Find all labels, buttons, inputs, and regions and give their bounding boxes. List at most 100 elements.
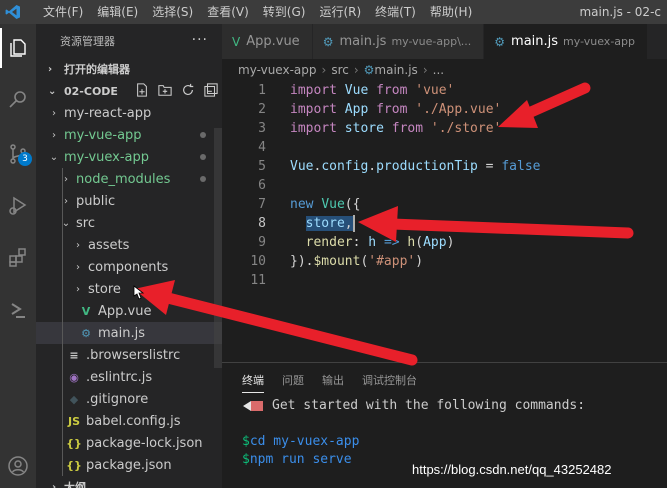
menu-item-5[interactable]: 运行(R) [312, 0, 368, 24]
explorer-title: 资源管理器 [60, 35, 115, 48]
tab-label: main.js [339, 34, 387, 49]
tree-item[interactable]: {} package.json [36, 454, 222, 476]
file-type-icon: ≡ [69, 348, 79, 362]
tree-item[interactable]: ⌄ my-vuex-app [36, 146, 222, 168]
file-type-icon: ⚙ [363, 63, 375, 77]
panel-tab[interactable]: 终端 [242, 372, 264, 393]
terminal-output[interactable]: Get started with the following commands:… [222, 397, 667, 469]
indent-guide [62, 190, 63, 212]
explorer-header: 资源管理器 ··· [36, 24, 222, 58]
indent-guide [62, 344, 63, 366]
editor-tab[interactable]: ⚙ main.js my-vuex-app [484, 24, 648, 59]
tab-description: my-vuex-app [563, 35, 635, 48]
collapse-all-icon[interactable] [204, 83, 218, 97]
sidebar-scrollbar[interactable] [214, 128, 222, 368]
tree-item[interactable]: ◆ .gitignore [36, 388, 222, 410]
code-content: import App from './App.vue' [290, 102, 502, 117]
code-line[interactable]: 2 import App from './App.vue' [222, 100, 667, 119]
account-icon[interactable] [0, 446, 36, 486]
tree-item[interactable]: JS babel.config.js [36, 410, 222, 432]
code-line[interactable]: 7 new Vue({ [222, 195, 667, 214]
tree-item[interactable]: › node_modules [36, 168, 222, 190]
vscode-logo-icon [2, 0, 24, 24]
code-content: import store from './store' [290, 121, 502, 136]
code-content: render: h => h(App) [305, 235, 455, 250]
menu-item-4[interactable]: 转到(G) [256, 0, 313, 24]
tree-item[interactable]: › my-vue-app [36, 124, 222, 146]
breadcrumb-item[interactable]: main.js [374, 63, 417, 77]
tree-item[interactable]: ⌄ src [36, 212, 222, 234]
tree-item[interactable]: › my-react-app [36, 102, 222, 124]
chevron-right-icon: › [48, 63, 53, 75]
file-type-icon: V [81, 304, 91, 318]
line-number: 8 [258, 216, 266, 231]
new-folder-icon[interactable] [158, 83, 172, 97]
breadcrumb-separator-icon: › [353, 63, 359, 77]
file-type-icon: ◉ [69, 370, 79, 384]
tree-item[interactable]: › public [36, 190, 222, 212]
explorer-icon[interactable] [0, 28, 36, 68]
code-line[interactable]: 11 [222, 271, 667, 290]
code-line[interactable]: 3 import store from './store' [222, 119, 667, 138]
menu-bar: 文件(F) 编辑(E) 选择(S) 查看(V) 转到(G) 运行(R) 终端(T) 帮助(H) [36, 0, 479, 24]
tree-item-label: assets [88, 237, 130, 253]
indent-guide [62, 300, 63, 322]
title-bar: 文件(F) 编辑(E) 选择(S) 查看(V) 转到(G) 运行(R) 终端(T) 帮助(H)… [0, 0, 667, 24]
tree-item-label: main.js [98, 325, 145, 341]
tree-item-label: App.vue [98, 303, 152, 319]
editor-tab[interactable]: V App.vue [222, 24, 313, 59]
tree-item[interactable]: › store [36, 278, 222, 300]
line-number: 6 [258, 178, 266, 193]
menu-item-6[interactable]: 终端(T) [368, 0, 423, 24]
panel-tab[interactable]: 输出 [322, 372, 344, 388]
tab-label: main.js [511, 34, 559, 49]
code-editor[interactable]: 1 import Vue from 'vue' 2 import App from '… [222, 81, 667, 290]
menu-item-2[interactable]: 选择(S) [145, 0, 200, 24]
open-editors-section[interactable]: › 打开的编辑器 [36, 58, 222, 80]
code-line[interactable]: 10}).$mount('#app') [222, 252, 667, 271]
tree-item-label: package-lock.json [86, 435, 203, 451]
tree-item[interactable]: V App.vue [36, 300, 222, 322]
code-line[interactable]: 5 Vue.config.productionTip = false [222, 157, 667, 176]
indent-guide [62, 256, 63, 278]
tree-item-label: 大纲 [64, 481, 86, 488]
new-file-icon[interactable] [135, 83, 149, 97]
menu-item-7[interactable]: 帮助(H) [423, 0, 479, 24]
panel-tab[interactable]: 问题 [282, 372, 304, 388]
file-type-icon: ◆ [69, 392, 79, 406]
run-debug-icon[interactable] [0, 186, 36, 226]
breadcrumb-item[interactable]: src [331, 63, 349, 77]
chevron-down-icon: ⌄ [48, 85, 57, 97]
breadcrumb: my-vuex-app › src › ⚙ main.js ›... [222, 59, 667, 81]
more-actions-icon[interactable]: ··· [192, 32, 208, 48]
code-line[interactable]: 1 import Vue from 'vue' [222, 81, 667, 100]
editor-tab[interactable]: ⚙ main.js my-vue-app\... [312, 24, 485, 59]
tree-item[interactable]: ⚙ main.js [36, 322, 222, 344]
breadcrumb-item[interactable]: ... [433, 63, 444, 77]
search-icon[interactable] [0, 80, 36, 120]
tree-item[interactable]: › 大纲 [36, 476, 222, 488]
tree-item[interactable]: › assets [36, 234, 222, 256]
extensions-icon[interactable] [0, 238, 36, 278]
menu-item-1[interactable]: 编辑(E) [90, 0, 145, 24]
breadcrumb-separator-icon: › [321, 63, 327, 77]
panel-tab[interactable]: 调试控制台 [362, 372, 417, 388]
menu-item-0[interactable]: 文件(F) [36, 0, 90, 24]
breadcrumb-item[interactable]: my-vuex-app [238, 63, 317, 77]
code-line[interactable]: 8 store, [222, 214, 667, 233]
tree-item[interactable]: {} package-lock.json [36, 432, 222, 454]
tree-item[interactable]: ◉ .eslintrc.js [36, 366, 222, 388]
code-line[interactable]: 9 render: h => h(App) [222, 233, 667, 252]
code-line[interactable]: 6 [222, 176, 667, 195]
line-number: 5 [258, 159, 266, 174]
menu-item-3[interactable]: 查看(V) [200, 0, 256, 24]
line-number: 4 [258, 140, 266, 155]
tree-item[interactable]: › components [36, 256, 222, 278]
remote-icon[interactable] [0, 290, 36, 330]
tree-item[interactable]: ≡ .browserslistrc [36, 344, 222, 366]
tree-item-label: .browserslistrc [86, 347, 181, 363]
refresh-icon[interactable] [181, 83, 195, 97]
workspace-section[interactable]: ⌄ 02-CODE [36, 80, 222, 102]
code-line[interactable]: 4 [222, 138, 667, 157]
source-control-icon[interactable]: 3 [0, 134, 36, 174]
